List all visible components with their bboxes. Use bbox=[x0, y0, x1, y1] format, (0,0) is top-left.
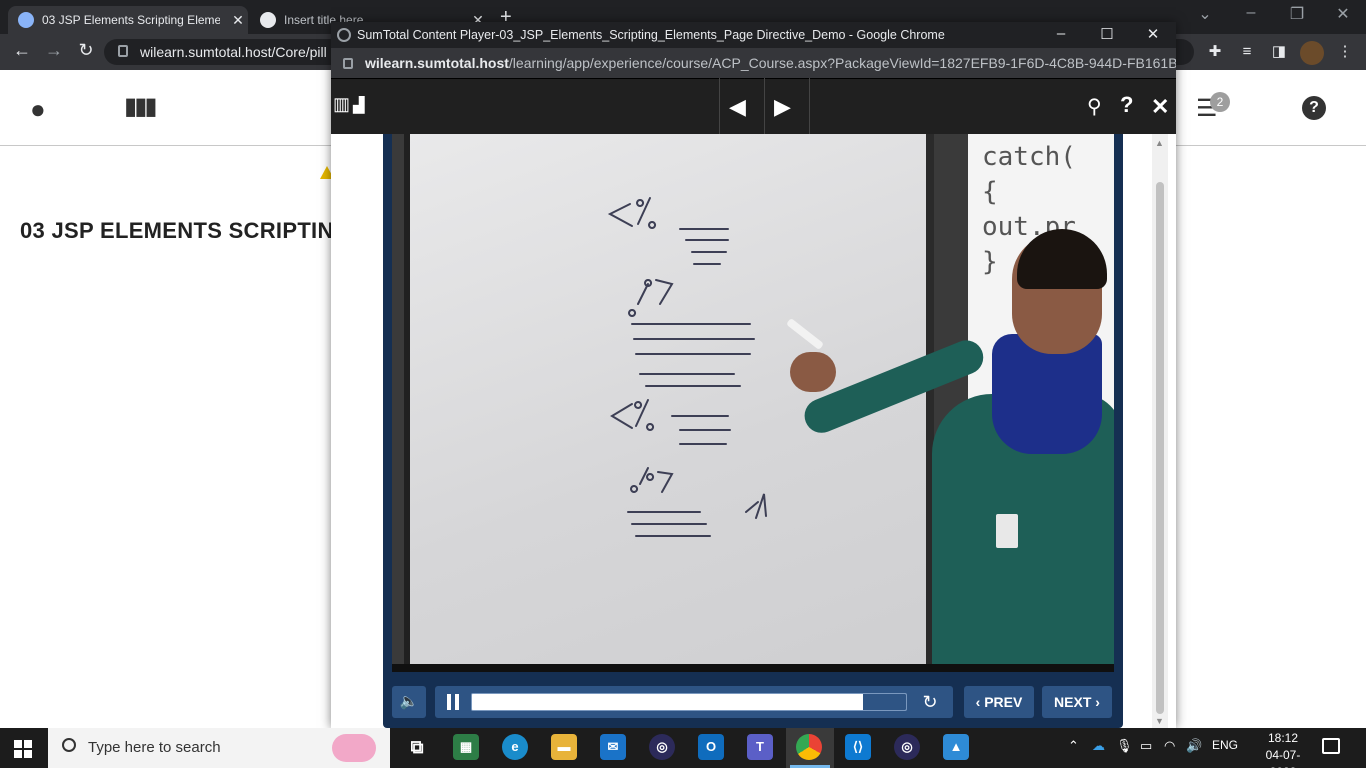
clock-date: 04-07-2022 bbox=[1265, 748, 1301, 779]
url-path: /learning/app/experience/course/ACP_Cour… bbox=[508, 55, 1176, 71]
extensions-icon[interactable]: ✚ bbox=[1204, 41, 1226, 63]
start-pane bbox=[24, 740, 32, 748]
replay-icon[interactable]: ↻ bbox=[919, 691, 941, 713]
clock[interactable]: 18:12 04-07-2022 bbox=[1258, 730, 1308, 781]
mail-icon[interactable]: ✉ bbox=[600, 734, 626, 760]
reload-icon[interactable]: ↻ bbox=[74, 40, 98, 61]
prev-button[interactable]: ‹ PREV bbox=[964, 686, 1034, 718]
microphone-icon[interactable]: 🎙 bbox=[1116, 738, 1133, 754]
toolbar-divider bbox=[764, 78, 765, 134]
scroll-up-icon[interactable]: ▲ bbox=[1155, 138, 1164, 148]
eclipse-icon[interactable]: ◎ bbox=[894, 734, 920, 760]
popup-url-bar: wilearn.sumtotal.host/learning/app/exper… bbox=[331, 48, 1176, 78]
search-icon[interactable]: ⚲ bbox=[1087, 94, 1102, 119]
language-indicator[interactable]: ENG bbox=[1212, 738, 1238, 752]
user-icon[interactable]: ● bbox=[30, 94, 46, 125]
task-view-icon[interactable]: ⧉ bbox=[404, 734, 430, 760]
popup-window-title: SumTotal Content Player-03_JSP_Elements_… bbox=[357, 28, 945, 42]
onedrive-icon[interactable]: ☁ bbox=[1092, 738, 1105, 754]
close-icon[interactable]: ✕ bbox=[1151, 94, 1169, 120]
next-page-icon[interactable]: ▶ bbox=[774, 94, 791, 120]
clock-time: 18:12 bbox=[1267, 731, 1299, 745]
start-pane bbox=[14, 750, 22, 758]
url-host: wilearn.sumtotal.host bbox=[365, 55, 509, 71]
progress-bar[interactable] bbox=[471, 693, 907, 711]
wifi-icon[interactable]: ◠ bbox=[1164, 738, 1175, 754]
menu-icon[interactable]: ⋮ bbox=[1334, 41, 1356, 63]
minimize-icon[interactable]: – bbox=[1228, 4, 1274, 22]
library-icon[interactable]: ▮▮▮ bbox=[124, 92, 158, 121]
windows-start-icon[interactable] bbox=[14, 740, 32, 758]
chevron-right-icon: › bbox=[1091, 694, 1100, 710]
store-icon[interactable]: ▦ bbox=[453, 734, 479, 760]
presenter-hand bbox=[790, 352, 836, 392]
start-pane bbox=[14, 740, 22, 748]
next-button[interactable]: NEXT › bbox=[1042, 686, 1112, 718]
photos-icon[interactable]: ▲ bbox=[943, 734, 969, 760]
vscode-icon[interactable]: ⟨⟩ bbox=[845, 734, 871, 760]
avatar[interactable] bbox=[1300, 41, 1324, 65]
volume-icon[interactable]: 🔈 bbox=[392, 686, 426, 718]
notification-icon[interactable] bbox=[1322, 738, 1340, 754]
chrome-icon[interactable] bbox=[796, 734, 822, 760]
close-icon[interactable]: ✕ bbox=[228, 12, 248, 29]
player-toolbar bbox=[331, 78, 1176, 134]
search-highlight-icon[interactable] bbox=[332, 734, 376, 762]
tab-title: 03 JSP Elements Scripting Elemen bbox=[42, 13, 220, 27]
speaker-icon[interactable]: 🔊 bbox=[1186, 738, 1202, 754]
toolbar-divider bbox=[809, 78, 810, 134]
eclipse-icon[interactable]: ◎ bbox=[649, 734, 675, 760]
page-title: 03 JSP ELEMENTS SCRIPTING bbox=[20, 218, 352, 243]
content-player-window: SumTotal Content Player-03_JSP_Elements_… bbox=[331, 22, 1176, 728]
side-panel-icon[interactable]: ◨ bbox=[1268, 41, 1290, 63]
video-bottom-edge bbox=[392, 664, 1114, 672]
playback-controls: ↻ bbox=[435, 686, 953, 718]
help-icon[interactable]: ? bbox=[1302, 96, 1326, 120]
minimize-icon[interactable]: – bbox=[1038, 25, 1084, 42]
player-favicon-icon bbox=[337, 28, 351, 42]
scrollbar[interactable]: ▲ ▼ bbox=[1152, 134, 1168, 728]
chevron-left-icon: ‹ bbox=[975, 694, 985, 710]
next-label: NEXT bbox=[1054, 694, 1092, 710]
notification-badge: 2 bbox=[1210, 92, 1230, 112]
lock-icon bbox=[118, 45, 128, 57]
maximize-icon[interactable]: ☐ bbox=[1084, 25, 1130, 43]
prev-label: PREV bbox=[984, 694, 1023, 710]
outlook-icon[interactable]: O bbox=[698, 734, 724, 760]
battery-icon[interactable]: ▭ bbox=[1140, 738, 1152, 754]
pause-bar-left bbox=[447, 694, 451, 710]
tab-jsp-elements[interactable]: 03 JSP Elements Scripting Elemen ✕ bbox=[8, 6, 248, 34]
id-card bbox=[996, 514, 1018, 548]
start-pane bbox=[24, 750, 32, 758]
close-window-icon[interactable]: ✕ bbox=[1320, 4, 1366, 24]
pause-bar-right bbox=[455, 694, 459, 710]
close-window-icon[interactable]: ✕ bbox=[1130, 25, 1176, 43]
toc-icon[interactable]: ▥ bbox=[333, 94, 350, 115]
taskbar: Type here to search bbox=[0, 728, 1366, 768]
progress-remaining bbox=[862, 694, 906, 710]
forward-arrow-icon[interactable]: → bbox=[42, 40, 66, 61]
scroll-down-icon[interactable]: ▼ bbox=[1155, 716, 1164, 726]
media-icon[interactable]: ≡ bbox=[1236, 41, 1258, 63]
restore-icon[interactable]: ❐ bbox=[1274, 4, 1320, 24]
lecture-video[interactable]: catch( { out.pr } bbox=[392, 134, 1114, 672]
back-arrow-icon[interactable]: ← bbox=[10, 40, 34, 61]
search-icon bbox=[62, 738, 76, 752]
signal-icon[interactable]: ▟ bbox=[353, 96, 365, 114]
teams-icon[interactable]: T bbox=[747, 734, 773, 760]
lock-icon bbox=[343, 58, 353, 69]
prev-page-icon[interactable]: ◀ bbox=[729, 94, 746, 120]
tab-search-icon[interactable]: ⌄ bbox=[1182, 4, 1228, 24]
edge-icon[interactable]: e bbox=[502, 734, 528, 760]
globe-icon bbox=[260, 12, 276, 28]
toolbar-divider bbox=[719, 78, 720, 134]
file-explorer-icon[interactable]: ▬ bbox=[551, 734, 577, 760]
pause-icon[interactable] bbox=[445, 694, 461, 710]
video-control-bar: 🔈 ↻ ‹ PREV NEXT › bbox=[392, 686, 1114, 720]
chevron-up-icon[interactable]: ⌃ bbox=[1068, 738, 1079, 754]
question-icon[interactable]: ? bbox=[1120, 92, 1133, 118]
scroll-thumb[interactable] bbox=[1156, 182, 1164, 714]
tab-favicon-icon bbox=[18, 12, 34, 28]
progress-fill bbox=[472, 694, 863, 710]
